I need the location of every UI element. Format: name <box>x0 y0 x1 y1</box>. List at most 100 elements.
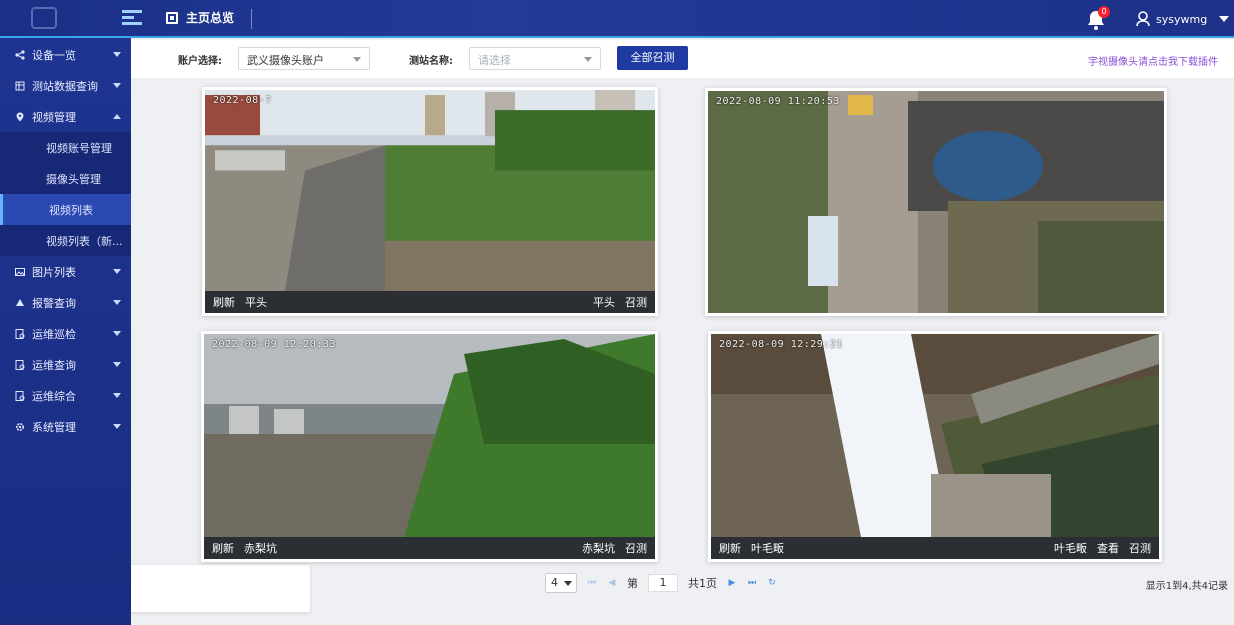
dropdown-ghost-panel <box>131 565 310 612</box>
station-label: 测站名称: <box>409 56 453 67</box>
call-button[interactable]: 召测 <box>625 294 647 310</box>
chevron-down-icon <box>1219 16 1230 22</box>
camera-card: 2022-08-? 刷新 平头 平头 召测 <box>202 87 658 316</box>
prev-page-icon[interactable]: ◀ <box>607 578 617 588</box>
top-bar: 主页总览 0 sysywmg <box>0 0 1234 38</box>
user-icon <box>1136 11 1150 27</box>
camera-name: 赤梨坑 <box>244 542 277 555</box>
camera-feed[interactable]: 2022-08-09 12:29:21 <box>711 334 1159 537</box>
account-select-value: 武义摄像头账户 <box>247 54 324 67</box>
chevron-down-icon <box>113 52 121 57</box>
camera-toolbar: 刷新 平头 平头 召测 <box>205 291 655 313</box>
chevron-up-icon <box>113 114 121 119</box>
page-number-input[interactable]: 1 <box>648 574 678 592</box>
gear-icon <box>15 422 25 431</box>
sidebar-item-label: 设备一览 <box>32 48 76 62</box>
account-label: 账户选择: <box>178 56 222 67</box>
last-page-icon[interactable]: ⏭ <box>747 578 757 588</box>
chevron-down-icon <box>113 300 121 305</box>
refresh-button[interactable]: 刷新 <box>213 294 235 310</box>
camera-feed[interactable]: 2022-08-09 12:20:33 <box>204 334 655 537</box>
camera-timestamp: 2022-08-09 12:29:21 <box>719 339 843 350</box>
camera-toolbar: 刷新 赤梨坑 赤梨坑 召测 <box>204 537 655 559</box>
image-icon <box>15 267 25 276</box>
chevron-down-icon <box>113 331 121 336</box>
sidebar-subitem-camera-management[interactable]: 摄像头管理 <box>0 163 131 194</box>
page-title-text: 主页总览 <box>186 11 235 25</box>
sidebar-item-ops-inspection[interactable]: 运维巡检 <box>0 318 131 349</box>
sidebar-item-label: 图片列表 <box>32 265 76 279</box>
camera-feed[interactable]: 2022-08-? <box>205 90 655 291</box>
chevron-down-icon <box>113 83 121 88</box>
sidebar-item-ops-query[interactable]: 运维查询 <box>0 349 131 380</box>
username: sysywmg <box>1156 12 1208 26</box>
total-pages: 共1页 <box>688 577 717 590</box>
call-button[interactable]: 召测 <box>625 540 647 556</box>
chevron-down-icon <box>113 362 121 367</box>
account-select[interactable]: 武义摄像头账户 <box>238 47 370 70</box>
chevron-down-icon <box>584 57 592 62</box>
camera-card: 2022-08-09 12:29:21 刷新 叶毛畈 叶毛畈 查看 召测 <box>708 331 1162 562</box>
notification-badge: 0 <box>1098 6 1110 18</box>
sidebar-item-system-management[interactable]: 系统管理 <box>0 411 131 442</box>
refresh-button[interactable]: 刷新 <box>212 540 234 556</box>
next-page-icon[interactable]: ▶ <box>727 578 737 588</box>
page-prefix: 第 <box>627 577 638 590</box>
first-page-icon[interactable]: ⏮ <box>587 578 597 588</box>
sidebar-subitem-label: 摄像头管理 <box>46 172 101 186</box>
sidebar-subitem-video-list-new[interactable]: 视频列表（新... <box>0 225 131 256</box>
camera-feed[interactable]: 2022-08-09 11:20:53 <box>708 91 1164 313</box>
chevron-down-icon <box>113 393 121 398</box>
camera-feed-image <box>711 334 1159 537</box>
sidebar-subitem-video-list[interactable]: 视频列表 <box>0 194 131 225</box>
notification-bell-icon[interactable]: 0 <box>1086 6 1110 31</box>
share-nodes-icon <box>15 49 25 60</box>
camera-timestamp: 2022-08-09 12:20:33 <box>212 339 336 350</box>
user-menu[interactable]: sysywmg <box>1136 11 1230 27</box>
station-select[interactable]: 请选择 <box>469 47 601 70</box>
sidebar-item-station-data[interactable]: 测站数据查询 <box>0 70 131 101</box>
camera-name: 叶毛畈 <box>751 542 784 555</box>
record-summary: 显示1到4,共4记录 <box>1145 581 1228 592</box>
camera-timestamp: 2022-08-? <box>213 95 272 106</box>
refresh-icon[interactable]: ↻ <box>767 578 777 588</box>
summary-doc-icon <box>15 390 25 401</box>
page-title: 主页总览 <box>166 9 234 26</box>
camera-station-name: 平头 <box>593 296 615 309</box>
sidebar-item-image-list[interactable]: 图片列表 <box>0 256 131 287</box>
search-doc-icon <box>15 359 25 370</box>
sidebar-item-label: 报警查询 <box>32 296 76 310</box>
sidebar-item-ops-summary[interactable]: 运维综合 <box>0 380 131 411</box>
sidebar-item-device-overview[interactable]: 设备一览 <box>0 39 131 70</box>
camera-name: 平头 <box>245 296 267 309</box>
refresh-button[interactable]: 刷新 <box>719 540 741 556</box>
page-size-value: 4 <box>551 576 558 589</box>
sidebar-item-label: 测站数据查询 <box>32 79 98 93</box>
sidebar-subitem-label: 视频列表（新... <box>46 234 123 248</box>
alarm-icon <box>16 298 24 306</box>
view-button[interactable]: 查看 <box>1097 540 1119 556</box>
call-all-button[interactable]: 全部召测 <box>617 46 688 70</box>
camera-card: 2022-08-09 12:20:33 刷新 赤梨坑 赤梨坑 召测 <box>201 331 658 562</box>
call-button[interactable]: 召测 <box>1129 540 1151 556</box>
sidebar-subitem-video-accounts[interactable]: 视频账号管理 <box>0 132 131 163</box>
sidebar-item-label: 运维巡检 <box>32 327 76 341</box>
sidebar-item-alarm-query[interactable]: 报警查询 <box>0 287 131 318</box>
chevron-down-icon <box>113 424 121 429</box>
camera-feed-image <box>708 91 1164 313</box>
map-pin-icon <box>16 112 24 121</box>
page-size-select[interactable]: 4 <box>545 573 577 593</box>
pagination: 4 ⏮ ◀ 第 1 共1页 ▶ ⏭ ↻ <box>545 573 777 593</box>
plugin-download-link[interactable]: 宇视摄像头请点击我下载插件 <box>1088 53 1218 68</box>
divider <box>251 9 252 29</box>
camera-toolbar: 刷新 叶毛畈 叶毛畈 查看 召测 <box>711 537 1159 559</box>
sidebar: 设备一览 测站数据查询 视频管理 视频账号管理 摄像头管理 视频列表 视频列表（… <box>0 38 131 625</box>
menu-toggle-icon[interactable] <box>122 10 142 26</box>
camera-timestamp: 2022-08-09 11:20:53 <box>716 96 840 107</box>
camera-station-name: 赤梨坑 <box>582 542 615 555</box>
sidebar-item-video-management[interactable]: 视频管理 <box>0 101 131 132</box>
chevron-down-icon <box>113 269 121 274</box>
camera-feed-image <box>204 334 655 537</box>
camera-card: 2022-08-09 11:20:53 <box>705 88 1167 316</box>
sidebar-item-label: 系统管理 <box>32 420 76 434</box>
